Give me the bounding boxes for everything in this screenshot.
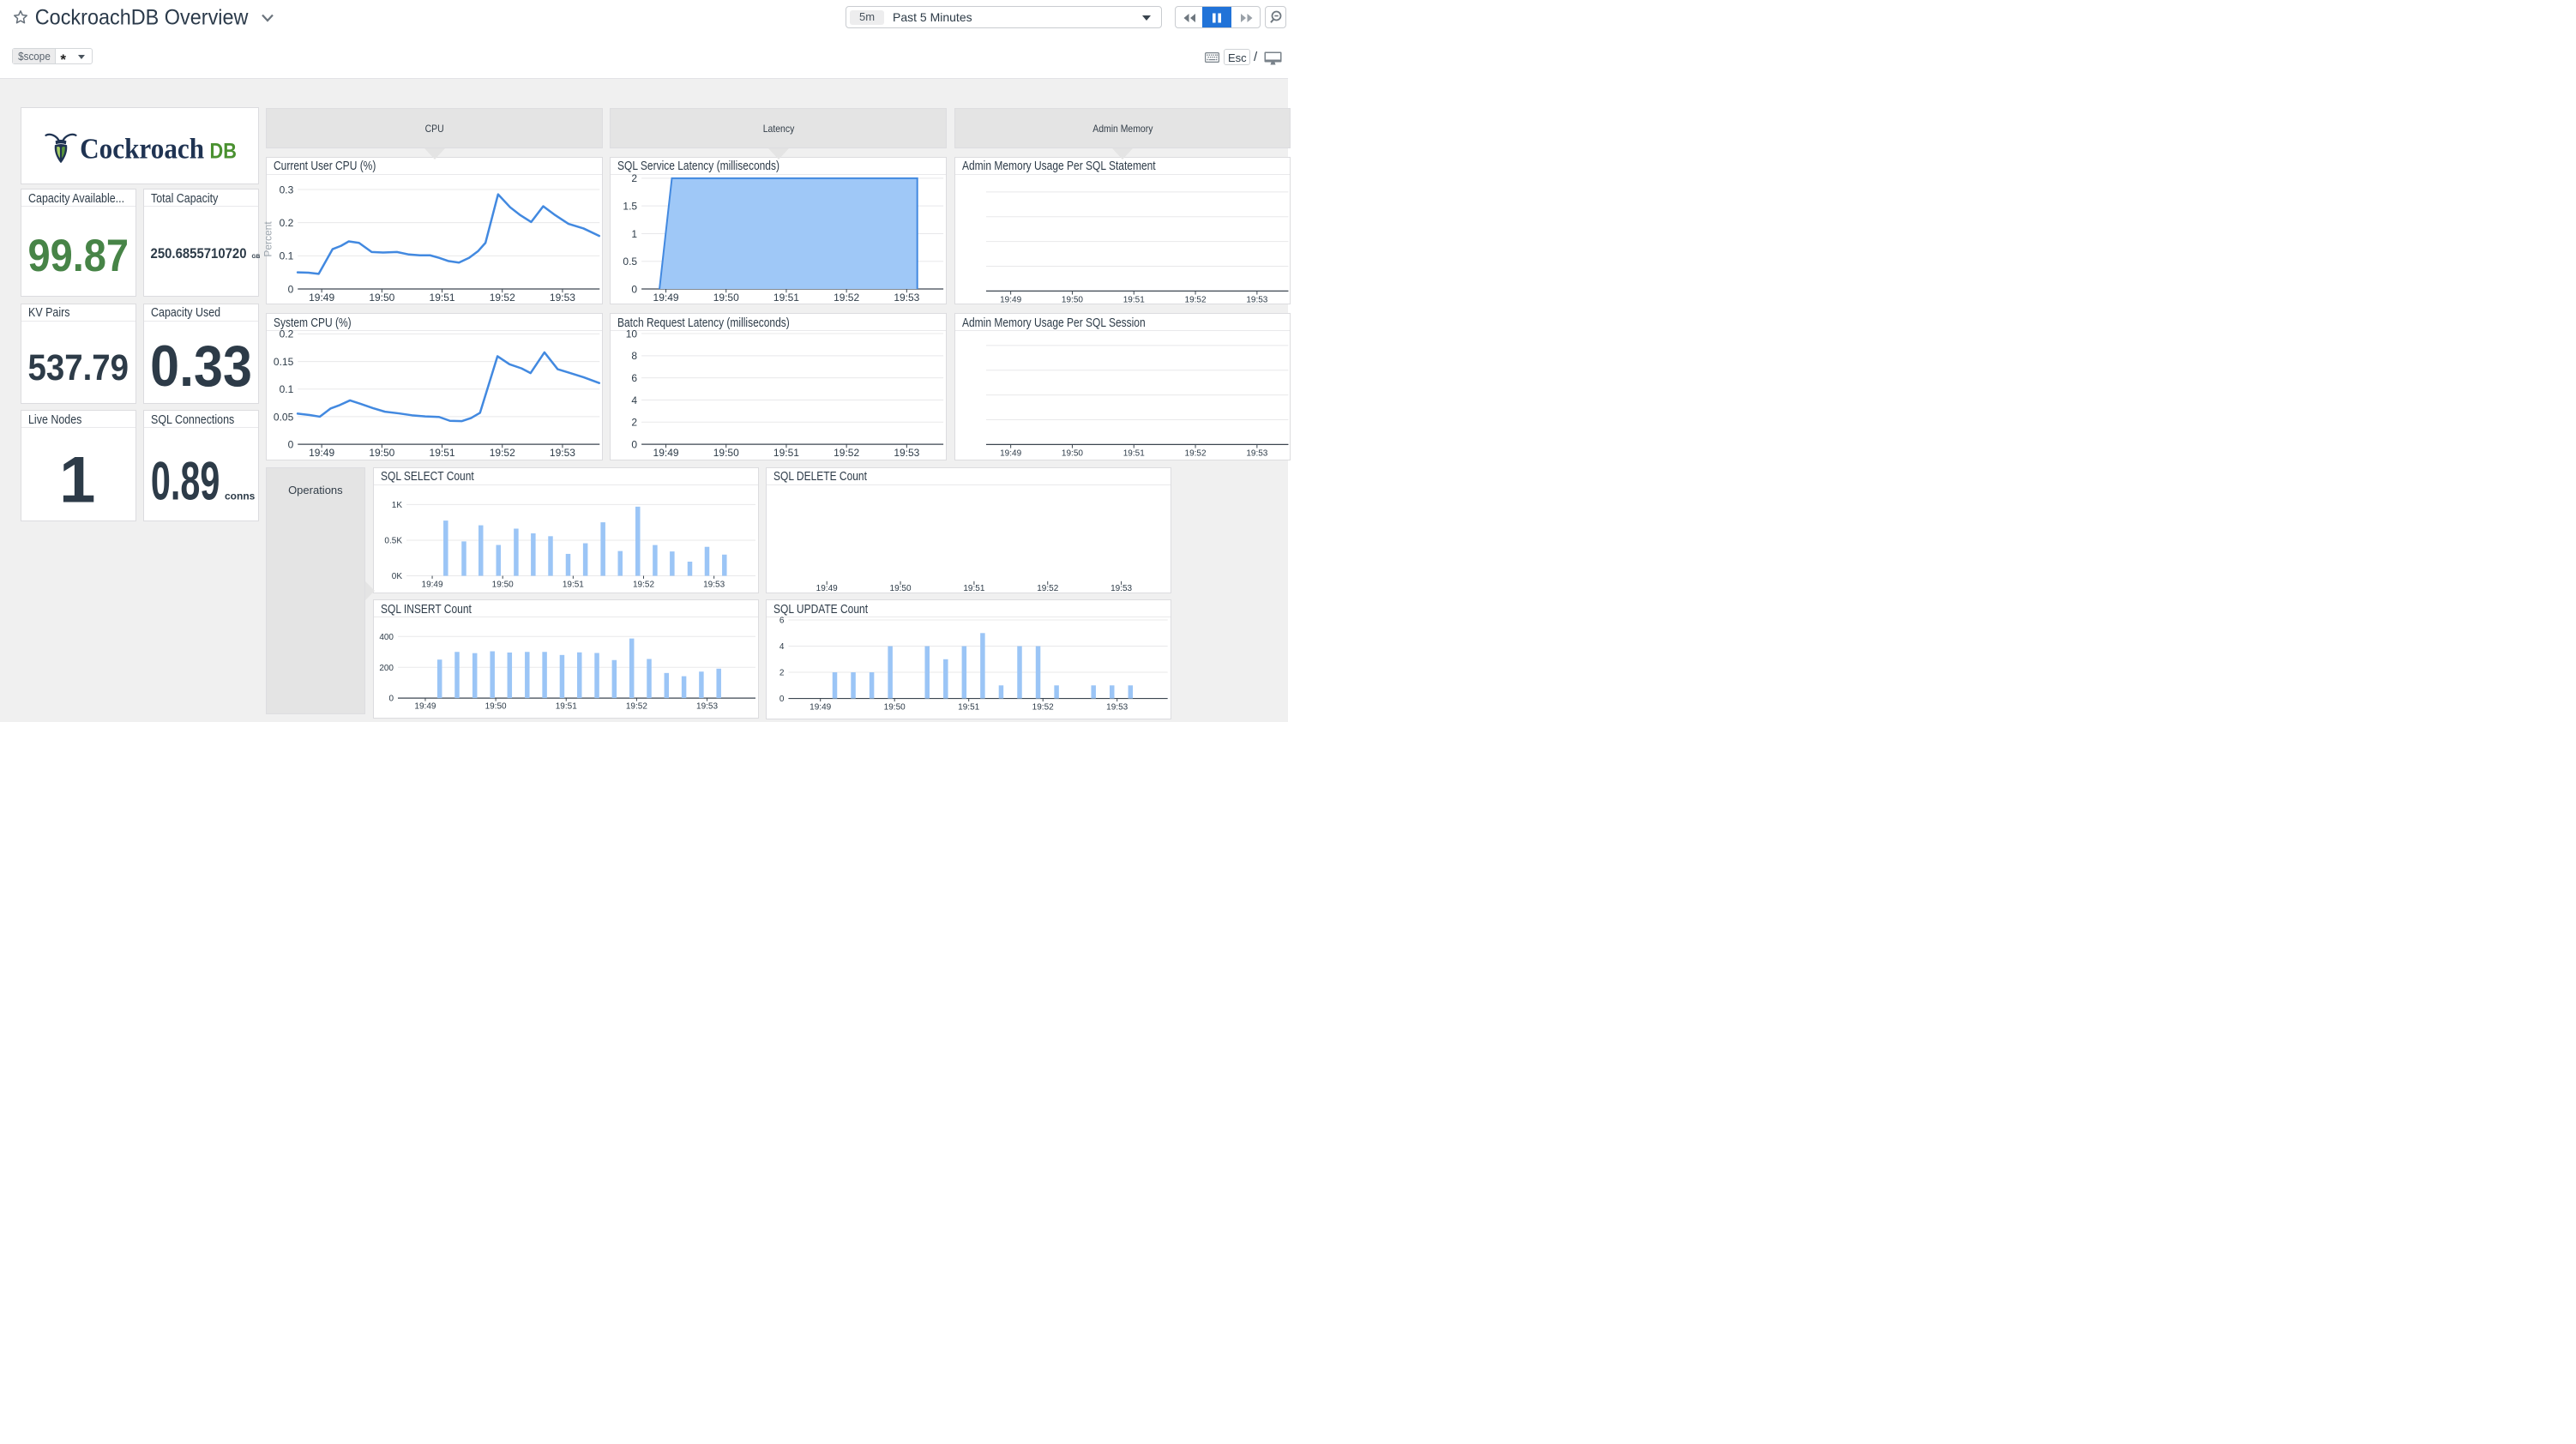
svg-text:CockroachDB Overview: CockroachDB Overview bbox=[35, 6, 249, 30]
svg-text:GB: GB bbox=[252, 254, 261, 260]
svg-text:10: 10 bbox=[626, 328, 638, 340]
svg-text:19:50: 19:50 bbox=[1061, 295, 1082, 304]
svg-text:4: 4 bbox=[779, 642, 785, 652]
svg-text:DB: DB bbox=[209, 139, 236, 163]
svg-text:19:52: 19:52 bbox=[1032, 703, 1054, 713]
svg-text:19:51: 19:51 bbox=[1122, 295, 1144, 304]
svg-text:4: 4 bbox=[632, 394, 638, 406]
svg-text:0: 0 bbox=[632, 283, 638, 295]
svg-text:6: 6 bbox=[779, 617, 785, 626]
svg-text:1.5: 1.5 bbox=[623, 200, 638, 212]
svg-text:19:51: 19:51 bbox=[430, 292, 455, 304]
svg-text:19:50: 19:50 bbox=[492, 580, 514, 589]
svg-text:400: 400 bbox=[379, 633, 394, 642]
svg-text:19:51: 19:51 bbox=[773, 292, 799, 304]
svg-text:19:51: 19:51 bbox=[964, 584, 985, 593]
svg-text:19:49: 19:49 bbox=[810, 703, 832, 713]
svg-text:19:52: 19:52 bbox=[1184, 448, 1206, 458]
svg-text:2: 2 bbox=[632, 172, 638, 184]
svg-text:0.5K: 0.5K bbox=[384, 536, 402, 545]
svg-text:Cockroach: Cockroach bbox=[80, 134, 204, 166]
svg-text:19:49: 19:49 bbox=[1000, 295, 1021, 304]
svg-text:19:53: 19:53 bbox=[1110, 584, 1132, 593]
svg-text:19:51: 19:51 bbox=[563, 580, 584, 589]
svg-text:19:53: 19:53 bbox=[1107, 703, 1129, 713]
svg-text:19:49: 19:49 bbox=[422, 580, 443, 589]
svg-text:0.05: 0.05 bbox=[274, 411, 294, 423]
svg-text:2: 2 bbox=[632, 417, 638, 429]
svg-text:19:53: 19:53 bbox=[550, 292, 575, 304]
svg-text:0.3: 0.3 bbox=[280, 184, 294, 196]
svg-text:19:51: 19:51 bbox=[430, 447, 455, 459]
svg-text:19:52: 19:52 bbox=[626, 702, 647, 712]
svg-text:0: 0 bbox=[779, 695, 785, 704]
svg-text:0: 0 bbox=[288, 438, 294, 450]
svg-text:19:50: 19:50 bbox=[884, 703, 906, 713]
svg-text:19:53: 19:53 bbox=[894, 447, 920, 459]
svg-text:0.2: 0.2 bbox=[280, 328, 294, 340]
svg-text:19:51: 19:51 bbox=[1122, 448, 1144, 458]
svg-text:0.1: 0.1 bbox=[280, 383, 294, 395]
svg-text:19:49: 19:49 bbox=[414, 702, 436, 712]
svg-text:0.5: 0.5 bbox=[623, 256, 638, 268]
svg-text:19:53: 19:53 bbox=[703, 580, 725, 589]
svg-text:19:49: 19:49 bbox=[309, 292, 334, 304]
svg-text:0.15: 0.15 bbox=[274, 356, 294, 368]
svg-text:0: 0 bbox=[288, 283, 294, 295]
svg-text:0: 0 bbox=[632, 438, 638, 450]
svg-text:19:52: 19:52 bbox=[633, 580, 654, 589]
svg-text:conns: conns bbox=[225, 490, 256, 502]
svg-text:19:53: 19:53 bbox=[1246, 295, 1267, 304]
svg-text:0.2: 0.2 bbox=[280, 216, 294, 228]
svg-text:19:50: 19:50 bbox=[1061, 448, 1082, 458]
svg-text:0.89: 0.89 bbox=[151, 452, 220, 512]
svg-text:19:52: 19:52 bbox=[834, 447, 859, 459]
svg-text:6: 6 bbox=[632, 372, 638, 384]
svg-text:200: 200 bbox=[379, 664, 394, 673]
svg-text:19:49: 19:49 bbox=[1000, 448, 1021, 458]
svg-text:99.87: 99.87 bbox=[27, 231, 129, 281]
svg-text:2: 2 bbox=[779, 669, 785, 678]
svg-text:19:52: 19:52 bbox=[1184, 295, 1206, 304]
svg-text:19:50: 19:50 bbox=[713, 292, 739, 304]
svg-text:19:49: 19:49 bbox=[309, 447, 334, 459]
svg-text:1: 1 bbox=[59, 444, 95, 517]
svg-text:0.1: 0.1 bbox=[280, 250, 294, 262]
svg-text:19:50: 19:50 bbox=[370, 447, 395, 459]
svg-text:19:51: 19:51 bbox=[959, 703, 980, 713]
svg-text:19:50: 19:50 bbox=[890, 584, 912, 593]
svg-text:19:52: 19:52 bbox=[1038, 584, 1059, 593]
svg-text:Percent: Percent bbox=[262, 220, 274, 256]
svg-text:19:50: 19:50 bbox=[370, 292, 395, 304]
svg-text:19:51: 19:51 bbox=[556, 702, 577, 712]
svg-text:19:53: 19:53 bbox=[894, 292, 920, 304]
svg-text:19:49: 19:49 bbox=[816, 584, 838, 593]
svg-text:19:49: 19:49 bbox=[653, 447, 679, 459]
svg-text:19:51: 19:51 bbox=[773, 447, 799, 459]
svg-text:19:50: 19:50 bbox=[713, 447, 739, 459]
svg-text:19:52: 19:52 bbox=[490, 447, 515, 459]
svg-text:19:53: 19:53 bbox=[696, 702, 718, 712]
svg-text:1: 1 bbox=[632, 227, 638, 239]
svg-text:19:50: 19:50 bbox=[485, 702, 507, 712]
svg-text:19:52: 19:52 bbox=[834, 292, 859, 304]
svg-text:0.33: 0.33 bbox=[150, 334, 252, 399]
svg-text:250.6855710720: 250.6855710720 bbox=[151, 246, 247, 262]
svg-text:19:53: 19:53 bbox=[550, 447, 575, 459]
svg-text:19:53: 19:53 bbox=[1246, 448, 1267, 458]
svg-text:537.79: 537.79 bbox=[27, 346, 129, 388]
svg-text:19:49: 19:49 bbox=[653, 292, 679, 304]
svg-text:1K: 1K bbox=[392, 501, 403, 510]
svg-text:8: 8 bbox=[632, 350, 638, 362]
svg-text:0: 0 bbox=[388, 695, 394, 704]
svg-text:0K: 0K bbox=[392, 572, 403, 581]
svg-text:19:52: 19:52 bbox=[490, 292, 515, 304]
